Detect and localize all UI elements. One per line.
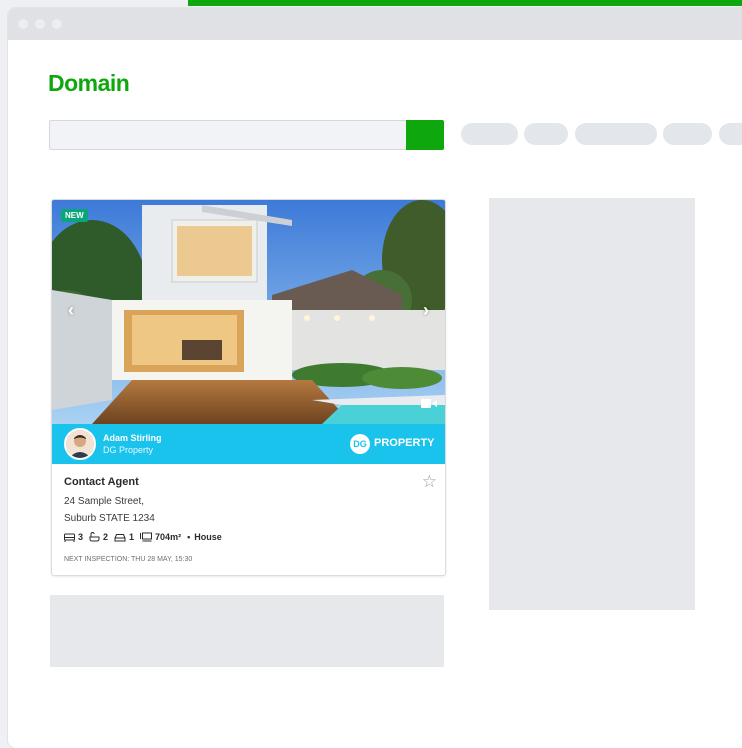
agent-name[interactable]: Adam Stirling bbox=[103, 433, 162, 443]
bath-icon bbox=[89, 532, 100, 542]
property-type: House bbox=[194, 532, 222, 542]
filter-pill-2[interactable] bbox=[524, 123, 568, 145]
domain-logo[interactable]: Domain bbox=[48, 70, 130, 97]
baths-feature: 2 bbox=[89, 532, 108, 542]
window-close-dot[interactable] bbox=[18, 19, 28, 29]
search-button[interactable] bbox=[406, 120, 444, 150]
listing-price: Contact Agent bbox=[64, 476, 139, 488]
filter-pill-1[interactable] bbox=[461, 123, 518, 145]
parking-count: 1 bbox=[129, 532, 135, 542]
land-size: 704m² bbox=[155, 532, 182, 542]
window-titlebar bbox=[8, 8, 742, 40]
bed-icon bbox=[64, 533, 75, 542]
video-icon[interactable] bbox=[421, 396, 437, 414]
new-badge: NEW bbox=[61, 209, 88, 222]
beds-feature: 3 bbox=[64, 532, 83, 542]
beds-count: 3 bbox=[78, 532, 84, 542]
baths-count: 2 bbox=[103, 532, 109, 542]
agency-logo: DG bbox=[350, 434, 370, 454]
agent-agency: DG Property bbox=[103, 445, 154, 455]
next-arrow-icon[interactable]: › bbox=[423, 300, 429, 321]
filter-pill-4[interactable] bbox=[663, 123, 712, 145]
car-icon bbox=[114, 533, 126, 541]
listing-photo[interactable]: NEW ‹ › bbox=[52, 200, 445, 424]
listing-address-line2[interactable]: Suburb STATE 1234 bbox=[64, 513, 155, 524]
listing-card[interactable]: NEW ‹ › Adam Stirling DG Property DG PRO… bbox=[51, 199, 446, 576]
agent-banner[interactable]: Adam Stirling DG Property DG PROPERTY bbox=[52, 424, 445, 464]
search-input[interactable] bbox=[49, 120, 407, 150]
next-inspection: NEXT INSPECTION: THU 28 MAY, 15:30 bbox=[64, 556, 193, 563]
filter-pill-3[interactable] bbox=[575, 123, 657, 145]
star-icon[interactable]: ☆ bbox=[422, 472, 437, 492]
window-minimize-dot[interactable] bbox=[35, 19, 45, 29]
listing-card-placeholder bbox=[50, 595, 444, 667]
agent-avatar[interactable] bbox=[64, 428, 96, 460]
house-photo-image bbox=[52, 200, 445, 424]
prev-arrow-icon[interactable]: ‹ bbox=[68, 300, 74, 321]
sidebar-ad-placeholder bbox=[489, 198, 695, 610]
feature-separator: • bbox=[187, 532, 191, 542]
page-load-progress bbox=[188, 0, 742, 6]
browser-window: Domain NEW ‹ › Adam Stirling DG Property… bbox=[8, 8, 742, 748]
land-size-icon bbox=[140, 532, 153, 542]
land-feature: 704m² bbox=[140, 532, 181, 542]
listing-address-line1[interactable]: 24 Sample Street, bbox=[64, 496, 144, 507]
parking-feature: 1 bbox=[114, 532, 134, 542]
search-bar bbox=[49, 120, 444, 150]
filter-pill-5[interactable] bbox=[719, 123, 742, 145]
window-maximize-dot[interactable] bbox=[52, 19, 62, 29]
agency-logo-text: PROPERTY bbox=[374, 437, 435, 449]
listing-features: 3 2 1 704m² • House bbox=[64, 532, 222, 542]
